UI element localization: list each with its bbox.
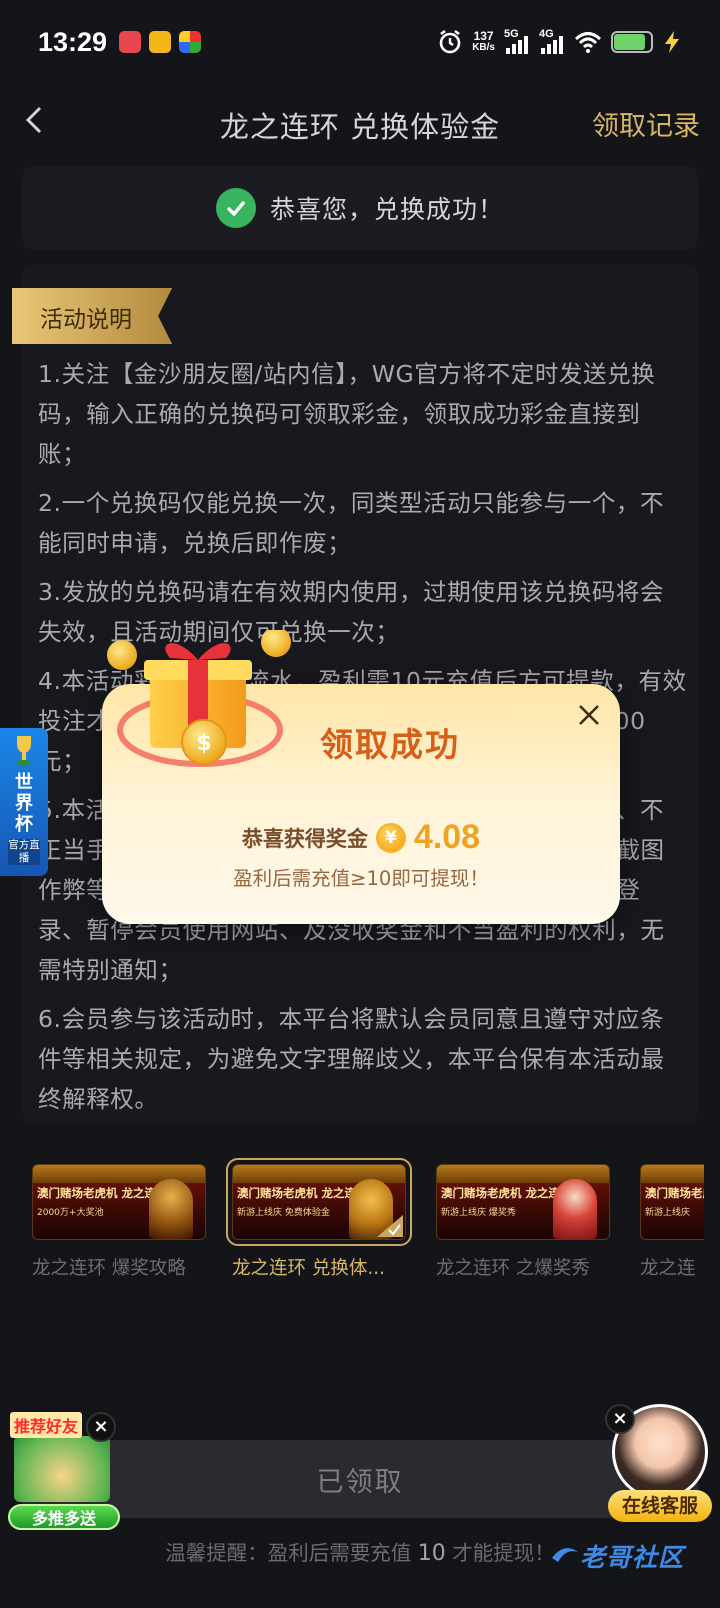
battery-icon [611,31,653,53]
thumb-caption: 龙之连环 之爆奖秀 [436,1258,590,1279]
thumb-caption: 龙之连环 兑换体... [232,1258,386,1279]
service-close-icon[interactable]: × [605,1404,635,1434]
alarm-icon [439,29,461,54]
rule-item: 6.会员参与该活动时，本平台将默认会员同意且遵守对应条件等相关规定，为避免文字理… [38,1005,665,1113]
gift-box-icon: $ [107,630,291,767]
watermark-logo: 老哥社区 [548,1530,714,1582]
thumb-caption: 龙之连 [640,1258,696,1279]
rules-tag-label: 活动说明 [40,307,132,333]
thumb-card[interactable]: 澳门赌场老虎机 龙之连环 新游上线庆 爆奖秀 龙之连环 之爆奖秀 [436,1164,614,1280]
referral-button[interactable]: 多推多送 [8,1504,120,1530]
trophy-icon [17,736,31,766]
status-app-icons [119,31,202,53]
success-message: 恭喜您，兑换成功！ [269,195,504,224]
referral-title: 推荐好友 [10,1412,83,1438]
prize-label: 恭喜获得奖金 [241,826,368,851]
app-notification-icon [119,31,142,53]
yen-coin-icon: ¥ [375,822,406,853]
thumb-caption: 龙之连环 爆奖攻略 [32,1258,186,1279]
close-icon[interactable] [572,698,606,732]
nav-bar: 龙之连环 兑换体验金 领取记录 [0,84,720,160]
modal-title: 领取成功 [320,725,460,764]
status-bar: 13:29 137 KB/s 5G 4G [0,0,720,84]
signal-4g-icon: 4G [539,28,565,54]
selected-check-icon [377,1215,403,1237]
thumb-image: 澳门赌场老虎机 龙之连环 新游上线庆 免费体验金 [226,1158,412,1246]
app-screen: 13:29 137 KB/s 5G 4G 龙之连环 兑换体验金 领取记录 恭喜您… [0,0,720,1608]
app-notification-icon [179,31,202,53]
watermark-swirl-icon [552,1548,578,1562]
claimed-button[interactable]: 已领取 [22,1440,698,1518]
status-time: 13:29 [38,26,108,57]
worldcup-title: 世界杯 [15,772,33,835]
svg-text:$: $ [196,731,211,756]
rules-tag: 活动说明 [12,288,194,344]
status-indicators: 137 KB/s 5G 4G [437,28,682,55]
wifi-icon [574,32,602,53]
claim-record-link[interactable]: 领取记录 [592,104,700,143]
signal-5g-icon: 5G [504,28,530,54]
charging-icon [665,31,679,53]
prize-amount: 4.08 [413,818,481,856]
thumb-card[interactable]: 澳门赌场老虎机 龙之连环 2000万+大奖池 龙之连环 爆奖攻略 [32,1164,210,1280]
modal-prize-row: 恭喜获得奖金 ¥ 4.08 [102,818,620,857]
battery-level [614,34,645,50]
referral-close-icon[interactable]: × [86,1412,116,1442]
activity-thumbnails: 澳门赌场老虎机 龙之连环 2000万+大奖池 龙之连环 爆奖攻略 澳门赌场老虎机… [0,1158,720,1294]
worldcup-sub: 官方直播 [8,839,40,865]
worldcup-live-badge[interactable]: 世界杯 官方直播 [0,728,48,876]
thumb-card-selected[interactable]: 澳门赌场老虎机 龙之连环 新游上线庆 免费体验金 龙之连环 兑换体... [226,1158,412,1280]
thumb-image: 澳门赌场老虎机 龙之连环 新游上线庆 爆奖秀 [436,1164,610,1240]
rule-item: 1.关注【金沙朋友圈/站内信】，WG官方将不定时发送兑换码，输入正确的兑换码可领… [38,360,656,468]
thumb-image: 澳门赌场老虎机 龙之连环 2000万+大奖池 [32,1164,206,1240]
watermark-text: 老哥社区 [580,1543,685,1572]
check-circle-icon [215,188,256,228]
thumb-image: 澳门赌场老虎机 新游上线庆 [640,1164,704,1240]
thumb-card[interactable]: 澳门赌场老虎机 新游上线庆 龙之连 [640,1164,704,1280]
service-label: 在线客服 [608,1490,712,1522]
handshake-icon [14,1436,110,1502]
rule-item: 2.一个兑换码仅能兑换一次，同类型活动只能参与一个，不能同时申请，兑换后即作废； [38,489,665,557]
app-notification-icon [149,31,172,53]
modal-note: 盈利后需充值≥10即可提现！ [233,867,489,890]
success-banner: 恭喜您，兑换成功！ [22,166,698,250]
net-speed: 137 KB/s [472,29,495,53]
